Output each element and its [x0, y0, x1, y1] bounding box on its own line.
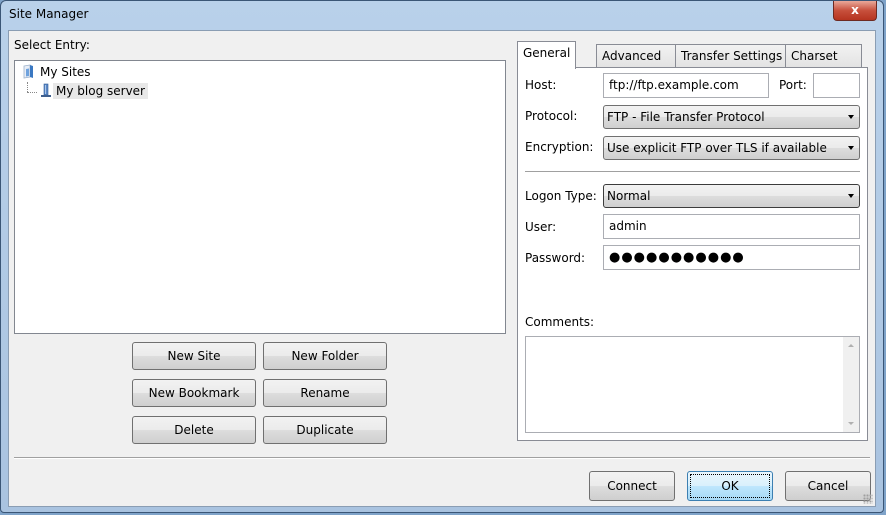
protocol-label: Protocol:: [525, 109, 578, 123]
folder-icon: [23, 64, 33, 79]
host-input[interactable]: ftp://ftp.example.com: [603, 73, 769, 98]
resize-grip[interactable]: [863, 494, 873, 504]
new-folder-button[interactable]: New Folder: [263, 342, 387, 370]
tree-connector: [27, 92, 37, 93]
password-label: Password:: [525, 251, 586, 265]
title-bar[interactable]: Site Manager x: [1, 1, 883, 31]
connect-button[interactable]: Connect: [589, 471, 675, 501]
duplicate-button[interactable]: Duplicate: [263, 416, 387, 444]
port-label: Port:: [779, 78, 807, 92]
port-input[interactable]: [813, 73, 860, 98]
encryption-value: Use explicit FTP over TLS if available: [607, 141, 827, 155]
tab-general[interactable]: General: [517, 41, 577, 69]
tree-item-label: My Sites: [40, 65, 91, 79]
protocol-value: FTP - File Transfer Protocol: [607, 110, 765, 124]
encryption-label: Encryption:: [525, 140, 594, 154]
separator: [525, 171, 860, 173]
host-label: Host:: [525, 78, 557, 92]
new-site-button[interactable]: New Site: [132, 342, 256, 370]
logon-type-label: Logon Type:: [525, 189, 597, 203]
user-input[interactable]: admin: [603, 214, 860, 239]
footer-separator: [14, 457, 870, 459]
user-label: User:: [525, 220, 557, 234]
tab-transfer-settings[interactable]: Transfer Settings: [675, 44, 787, 67]
logon-type-select[interactable]: Normal: [603, 184, 860, 208]
new-bookmark-button[interactable]: New Bookmark: [132, 379, 256, 407]
tab-charset[interactable]: Charset: [785, 44, 862, 67]
logon-type-value: Normal: [607, 189, 651, 203]
tree-item-label: My blog server: [53, 83, 148, 99]
comments-textarea[interactable]: [525, 336, 860, 433]
tree-connector: [27, 82, 28, 92]
chevron-down-icon: [848, 194, 854, 198]
dialog-client-area: Select Entry: My Sites My blog server Ne…: [8, 30, 876, 507]
tab-advanced[interactable]: Advanced: [596, 44, 677, 67]
close-button[interactable]: x: [833, 1, 877, 21]
protocol-select[interactable]: FTP - File Transfer Protocol: [603, 105, 860, 129]
comments-label: Comments:: [525, 315, 595, 329]
site-tree[interactable]: My Sites My blog server: [14, 60, 506, 334]
select-entry-label: Select Entry:: [14, 38, 90, 52]
scroll-down-icon[interactable]: [848, 422, 854, 425]
chevron-down-icon: [848, 115, 854, 119]
tree-item-my-blog-server[interactable]: My blog server: [39, 83, 148, 99]
comments-scrollbar[interactable]: [843, 337, 859, 432]
cancel-button[interactable]: Cancel: [785, 471, 871, 501]
server-icon: [41, 83, 51, 97]
focus-rect: [690, 474, 770, 498]
password-input[interactable]: ●●●●●●●●●●●: [603, 245, 860, 270]
close-icon: x: [851, 3, 859, 17]
tree-item-my-sites[interactable]: My Sites: [21, 64, 94, 80]
encryption-select[interactable]: Use explicit FTP over TLS if available: [603, 136, 860, 160]
window-title: Site Manager: [9, 7, 89, 21]
chevron-down-icon: [848, 146, 854, 150]
ok-button[interactable]: OK: [687, 471, 773, 501]
scroll-up-icon[interactable]: [848, 344, 854, 347]
delete-button[interactable]: Delete: [132, 416, 256, 444]
site-manager-window: Site Manager x Select Entry: My Sites My…: [0, 0, 884, 513]
rename-button[interactable]: Rename: [263, 379, 387, 407]
